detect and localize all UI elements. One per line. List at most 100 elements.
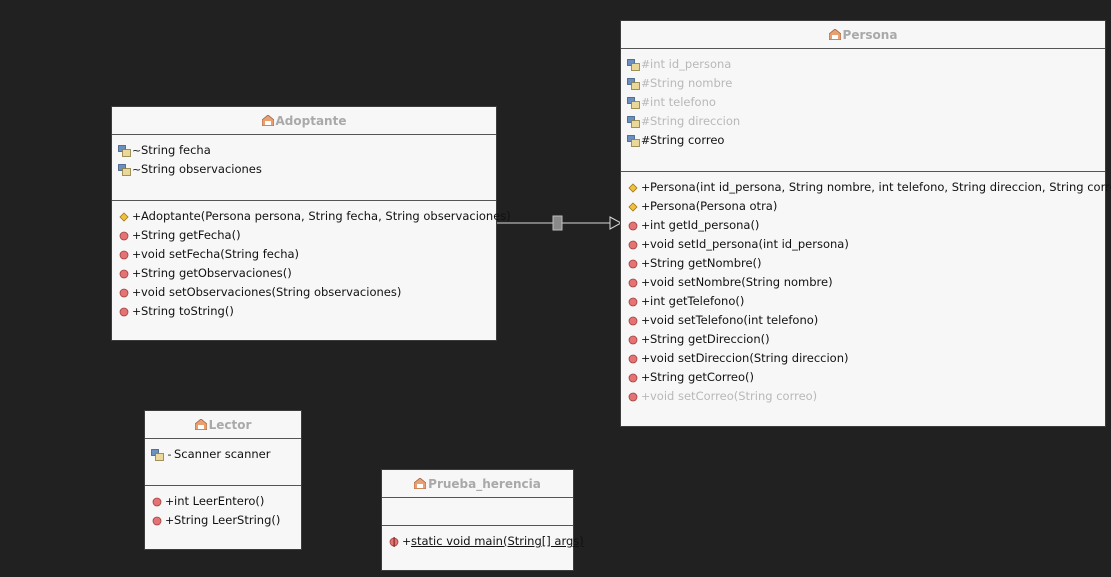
visibility-marker: +: [641, 276, 651, 289]
method-row[interactable]: + void setId_persona(int id_persona): [621, 235, 1105, 254]
static-method-icon: [388, 536, 401, 548]
field-signature: int id_persona: [650, 57, 732, 71]
visibility-marker: +: [132, 210, 142, 223]
method-row[interactable]: + static void main(String[] args): [382, 532, 584, 551]
visibility-marker: +: [132, 229, 142, 242]
method-row[interactable]: + String getDireccion(): [621, 330, 1105, 349]
method-signature: Persona(Persona otra): [650, 199, 778, 213]
field-row[interactable]: # String nombre: [621, 74, 1105, 93]
field-icon: [118, 144, 131, 157]
method-row[interactable]: + void setNombre(String nombre): [621, 273, 1105, 292]
class-icon: [261, 114, 274, 127]
visibility-marker: #: [641, 96, 651, 109]
field-row[interactable]: ~ String observaciones: [112, 160, 496, 179]
class-box-persona[interactable]: Persona # int id_persona # String nombre # in…: [620, 20, 1111, 427]
method-row[interactable]: + String LeerString(): [145, 511, 301, 530]
visibility-marker: +: [641, 295, 651, 308]
visibility-marker: +: [132, 267, 142, 280]
method-row[interactable]: + String toString(): [112, 302, 496, 321]
method-row[interactable]: + Persona(int id_persona, String nombre, …: [621, 178, 1111, 197]
field-icon: [151, 448, 164, 461]
method-signature: String getDireccion(): [650, 332, 770, 346]
method-icon: [118, 268, 131, 280]
method-signature: Adoptante(Persona persona, String fecha,…: [141, 209, 511, 223]
method-icon: [627, 239, 640, 251]
method-row[interactable]: + void setDireccion(String direccion): [621, 349, 1105, 368]
method-row[interactable]: + int getId_persona(): [621, 216, 1105, 235]
field-signature: String fecha: [141, 143, 211, 157]
class-box-adoptante[interactable]: Adoptante ~ String fecha ~ String observaci…: [111, 106, 511, 341]
method-icon: [627, 334, 640, 346]
method-row[interactable]: + Persona(Persona otra): [621, 197, 1105, 216]
fields-section: # int id_persona # String nombre # int telefo…: [621, 49, 1105, 172]
method-signature: void setNombre(String nombre): [650, 275, 833, 289]
method-row[interactable]: + int LeerEntero(): [145, 492, 301, 511]
methods-section: + int LeerEntero() + String LeerString(): [145, 486, 301, 530]
class-header-persona: Persona: [621, 21, 1105, 49]
visibility-marker: +: [165, 514, 175, 527]
method-signature: String getNombre(): [650, 256, 762, 270]
field-icon: [627, 58, 640, 71]
visibility-marker: ~: [132, 163, 142, 176]
method-row[interactable]: + int getTelefono(): [621, 292, 1105, 311]
method-row[interactable]: + String getNombre(): [621, 254, 1105, 273]
method-row[interactable]: + void setObservaciones(String observacio…: [112, 283, 496, 302]
method-row[interactable]: + String getFecha(): [112, 226, 496, 245]
class-header-lector: Lector: [145, 411, 301, 439]
method-icon: [627, 315, 640, 327]
connector-handle[interactable]: [552, 215, 563, 231]
constructor-icon: [627, 201, 640, 213]
class-icon: [194, 418, 207, 431]
method-icon: [118, 249, 131, 261]
method-row[interactable]: + String getCorreo(): [621, 368, 1105, 387]
method-row[interactable]: + String getObservaciones(): [112, 264, 496, 283]
field-row[interactable]: # String correo: [621, 131, 1105, 150]
method-signature: static void main(String[] args): [411, 534, 584, 548]
method-signature: String getObservaciones(): [141, 266, 292, 280]
field-signature: Scanner scanner: [174, 447, 271, 461]
method-signature: void setId_persona(int id_persona): [650, 237, 849, 251]
field-row[interactable]: # int telefono: [621, 93, 1105, 112]
field-row[interactable]: # int id_persona: [621, 55, 1105, 74]
class-box-prueba-herencia[interactable]: Prueba_herencia + static void main(String…: [381, 469, 584, 571]
visibility-marker: +: [641, 314, 651, 327]
field-icon: [118, 163, 131, 176]
field-signature: String nombre: [650, 76, 733, 90]
visibility-marker: #: [641, 77, 651, 90]
visibility-marker: +: [641, 257, 651, 270]
method-signature: String LeerString(): [174, 513, 281, 527]
method-row[interactable]: + void setCorreo(String correo): [621, 387, 1105, 406]
visibility-marker: +: [165, 495, 175, 508]
fields-section: [382, 498, 573, 526]
field-row[interactable]: # String direccion: [621, 112, 1105, 131]
field-signature: int telefono: [650, 95, 716, 109]
class-box-lector[interactable]: Lector - Scanner scanner + int LeerEntero(…: [144, 410, 302, 550]
field-row[interactable]: - Scanner scanner: [145, 445, 301, 464]
visibility-marker: +: [132, 305, 142, 318]
method-signature: void setTelefono(int telefono): [650, 313, 819, 327]
method-icon: [627, 296, 640, 308]
constructor-icon: [627, 182, 640, 194]
method-signature: int LeerEntero(): [174, 494, 265, 508]
method-row[interactable]: + void setFecha(String fecha): [112, 245, 496, 264]
method-icon: [151, 496, 164, 508]
method-icon: [627, 258, 640, 270]
visibility-marker: -: [167, 448, 172, 461]
method-signature: String getCorreo(): [650, 370, 755, 384]
method-icon: [627, 220, 640, 232]
method-signature: int getTelefono(): [650, 294, 745, 308]
methods-section: + Persona(int id_persona, String nombre, …: [621, 172, 1111, 406]
class-header-adoptante: Adoptante: [112, 107, 496, 135]
field-icon: [627, 77, 640, 90]
method-row[interactable]: + Adoptante(Persona persona, String fecha…: [112, 207, 511, 226]
field-icon: [627, 134, 640, 147]
method-signature: String getFecha(): [141, 228, 241, 242]
class-name: Persona: [842, 27, 898, 42]
field-row[interactable]: ~ String fecha: [112, 141, 496, 160]
method-row[interactable]: + void setTelefono(int telefono): [621, 311, 1105, 330]
visibility-marker: +: [132, 286, 142, 299]
visibility-marker: +: [641, 238, 651, 251]
visibility-marker: +: [641, 181, 651, 194]
visibility-marker: +: [641, 333, 651, 346]
visibility-marker: +: [641, 390, 651, 403]
